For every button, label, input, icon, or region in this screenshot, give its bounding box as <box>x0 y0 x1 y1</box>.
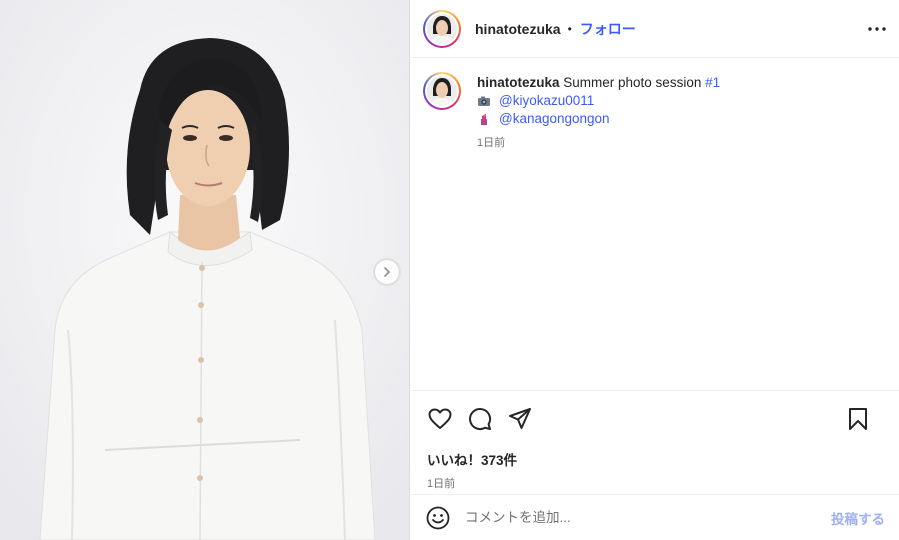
post-date: 1日前 <box>427 478 456 490</box>
like-count[interactable]: いいね！373件 <box>427 449 885 469</box>
caption-username[interactable]: hinatotezuka <box>477 75 560 90</box>
caption-hashtag[interactable]: #1 <box>705 75 720 90</box>
camera-emoji-icon <box>478 96 490 106</box>
author-avatar[interactable] <box>423 9 461 48</box>
lipstick-emoji-icon <box>481 113 487 125</box>
makeup-mention[interactable]: @kanagongongon <box>499 110 610 128</box>
heart-icon <box>428 408 452 429</box>
comment-icon <box>469 408 492 431</box>
author-username[interactable]: hinatotezuka <box>475 21 561 37</box>
photographer-mention[interactable]: @kiyokazu0011 <box>499 92 594 110</box>
actions-section: いいね！373件 1日前 <box>411 390 899 494</box>
caption-timestamp: 1日前 <box>477 137 506 149</box>
comment-button[interactable] <box>467 406 493 432</box>
chevron-right-icon <box>384 267 391 277</box>
post-details-panel: hinatotezuka • フォロー hinatotezuka Summer … <box>411 0 899 540</box>
caption-area: hinatotezuka Summer photo session #1 @ki… <box>411 58 899 390</box>
more-dots-icon <box>868 27 886 31</box>
comment-bar: 投稿する <box>411 494 899 540</box>
caption-avatar[interactable] <box>423 72 461 110</box>
post-comment-button[interactable]: 投稿する <box>831 508 885 528</box>
more-options-button[interactable] <box>865 17 889 41</box>
caption-credit-line: @kiyokazu0011 <box>477 92 720 110</box>
like-button[interactable] <box>427 406 453 432</box>
avatar-image <box>427 13 457 44</box>
post-photo-panel <box>0 0 410 540</box>
caption-credit-line: @kanagongongon <box>477 110 720 128</box>
send-icon <box>509 408 531 429</box>
bookmark-icon <box>849 408 867 430</box>
post-header: hinatotezuka • フォロー <box>411 0 899 58</box>
caption-body: Summer photo session <box>559 75 706 90</box>
save-button[interactable] <box>845 406 871 432</box>
comment-input[interactable] <box>465 510 831 525</box>
next-photo-button[interactable] <box>374 259 400 285</box>
caption-text: hinatotezuka Summer photo session #1 @ki… <box>477 74 720 152</box>
separator-dot: • <box>567 21 572 36</box>
emoji-icon[interactable] <box>425 505 451 531</box>
follow-button[interactable]: フォロー <box>580 19 636 39</box>
share-button[interactable] <box>507 406 533 432</box>
avatar-image <box>427 76 457 106</box>
post-photo <box>0 0 409 540</box>
